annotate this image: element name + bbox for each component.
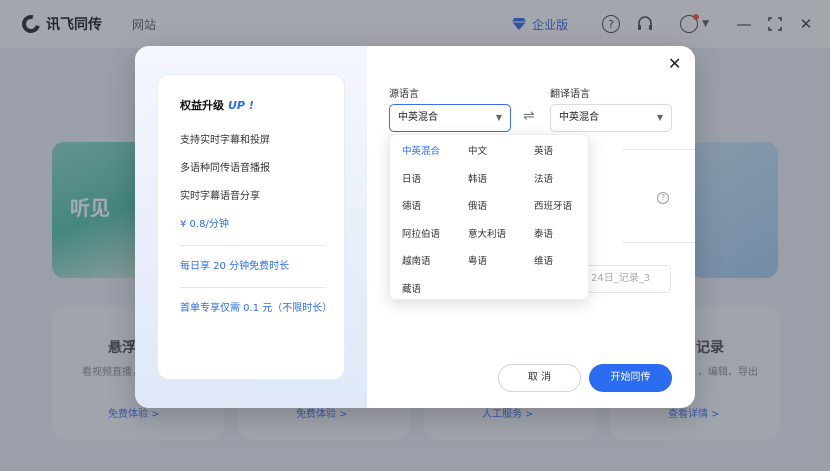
divider [180,245,326,246]
benefit-line: 实时字幕语音分享 [180,191,260,202]
source-language-select[interactable]: 中英混合 ▼ [389,104,511,132]
daily-free-text: 每日享 20 分钟免费时长 [180,261,290,272]
divider [180,287,326,288]
swap-languages-icon[interactable]: ⇌ [523,108,535,124]
record-name-input[interactable]: 24日_记录_3 [587,265,671,293]
language-option[interactable]: 中英混合 [402,143,440,157]
language-option[interactable]: 韩语 [468,171,487,185]
language-option[interactable]: 法语 [534,171,553,185]
source-language-label: 源语言 [389,89,419,100]
caret-down-icon: ▼ [495,113,502,122]
language-option[interactable]: 日语 [402,171,421,185]
target-language-value: 中英混合 [559,112,599,123]
price-text: ¥ 0.8/分钟 [180,219,229,230]
first-order-text: 首单专享仅需 0.1 元（不限时长） [180,303,333,314]
benefit-title-text: 权益升级 [180,99,224,112]
close-icon[interactable]: ✕ [668,54,681,73]
up-tag: UP ! [228,99,254,112]
help-icon[interactable]: ? [657,192,669,204]
start-button[interactable]: 开始同传 [589,364,672,392]
caret-down-icon: ▼ [656,113,663,122]
language-option[interactable]: 俄语 [468,198,487,212]
language-option[interactable]: 中文 [468,143,487,157]
target-language-select[interactable]: 中英混合 ▼ [550,104,672,132]
benefit-card: 权益升级 UP ! 支持实时字幕和投屏 多语种同传语音播报 实时字幕语音分享 ¥ … [157,74,345,380]
language-option[interactable]: 维语 [534,253,553,267]
language-option[interactable]: 德语 [402,198,421,212]
benefit-line: 支持实时字幕和投屏 [180,135,270,146]
source-language-value: 中英混合 [398,112,438,123]
target-language-label: 翻译语言 [550,89,590,100]
language-option[interactable]: 西班牙语 [534,198,572,212]
benefit-line: 多语种同传语音播报 [180,163,270,174]
divider [622,242,695,243]
language-option[interactable]: 阿拉伯语 [402,226,440,240]
benefit-title: 权益升级 UP ! [180,97,344,113]
divider [622,149,695,150]
language-option[interactable]: 越南语 [402,253,431,267]
cancel-button[interactable]: 取 消 [498,364,581,392]
language-option[interactable]: 意大利语 [468,226,506,240]
language-option[interactable]: 英语 [534,143,553,157]
language-dropdown: 中英混合 中文 英语 日语 韩语 法语 德语 俄语 西班牙语 阿拉伯语 意大利语… [389,134,589,300]
language-option[interactable]: 泰语 [534,226,553,240]
benefits-panel: 权益升级 UP ! 支持实时字幕和投屏 多语种同传语音播报 实时字幕语音分享 ¥ … [135,46,367,408]
language-option[interactable]: 粤语 [468,253,487,267]
language-option[interactable]: 藏语 [402,281,421,295]
